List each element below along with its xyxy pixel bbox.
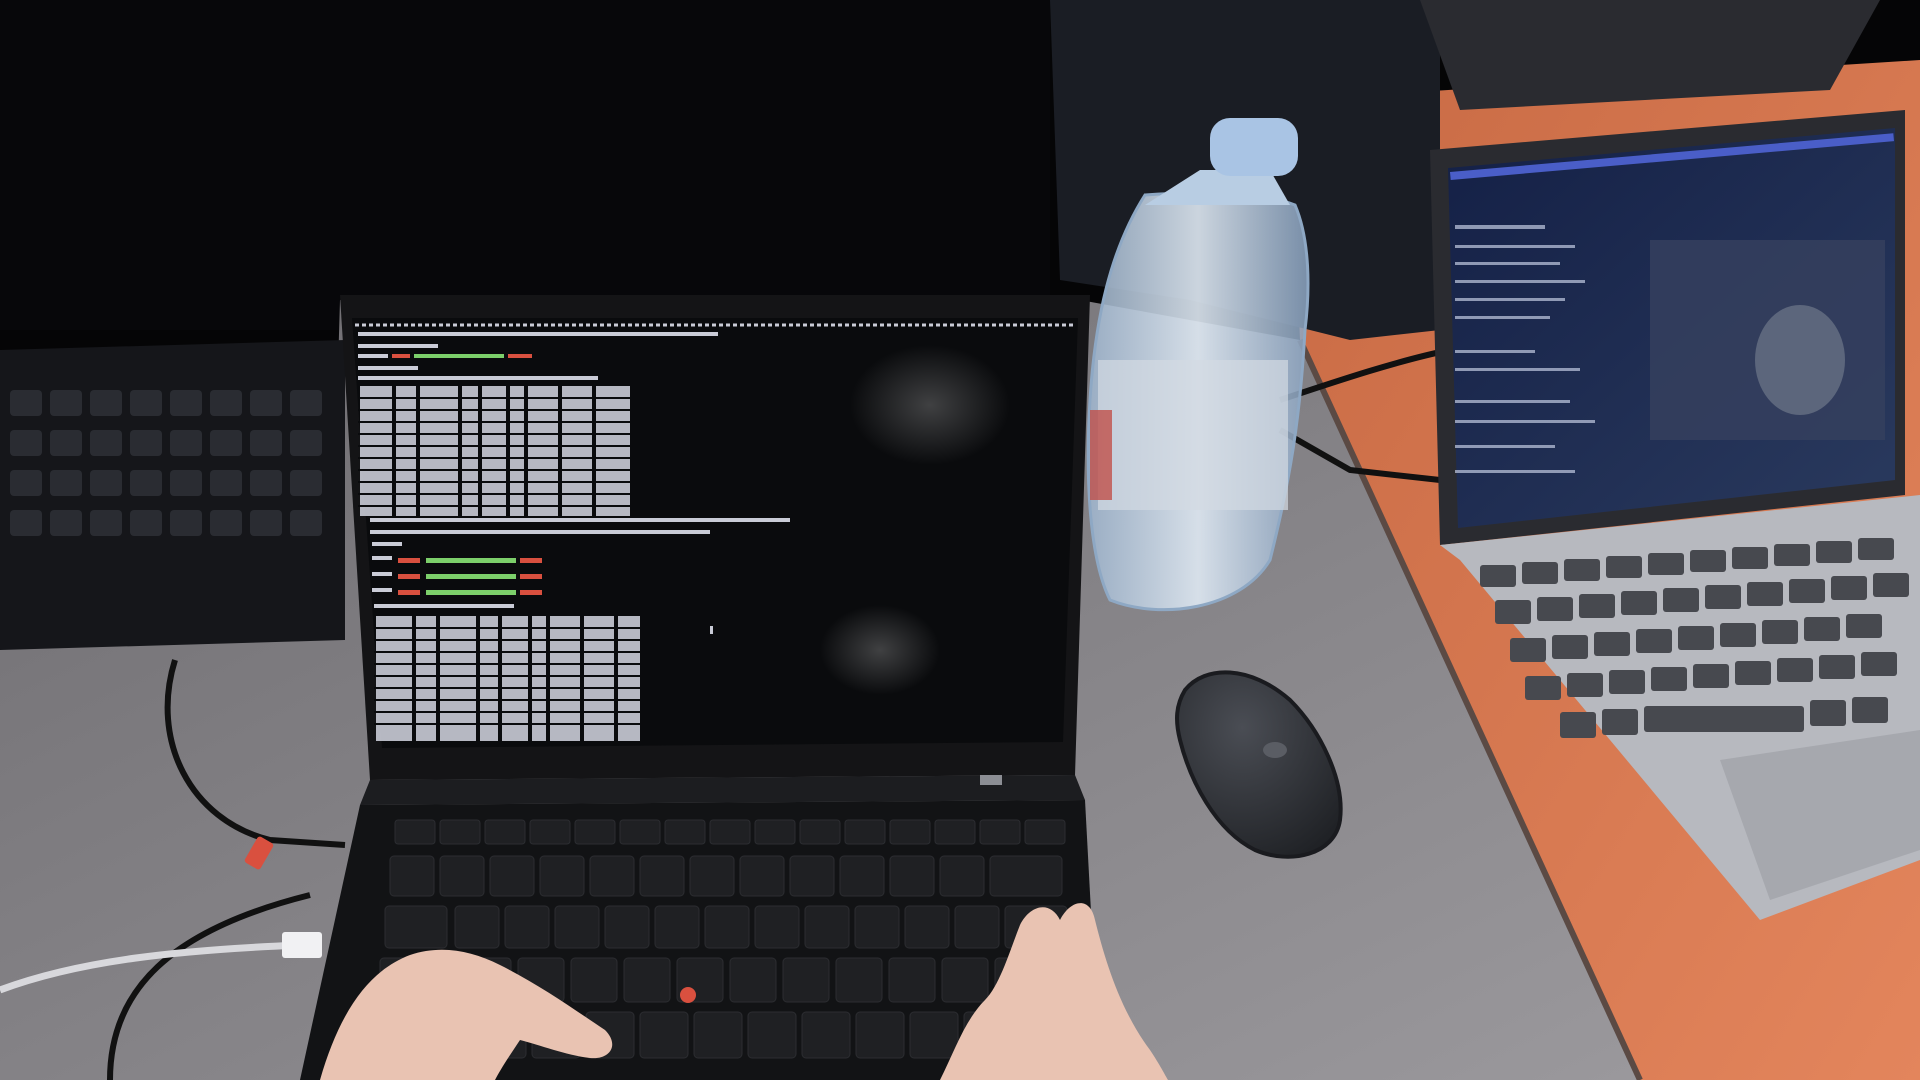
mouse-logo [1263,742,1287,758]
thinkpad-hinge [360,775,1085,805]
terminal-table-1 [360,386,630,516]
usb-plug-white [282,932,322,958]
bottle-cap [1210,118,1298,176]
photo-scene [0,0,1920,1080]
screen-glare [850,345,1010,465]
macbook-image-blob [1755,305,1845,415]
bottle-label [1098,360,1288,510]
hinge-light [980,775,1002,785]
screen-glare-2 [820,605,940,695]
trackpoint-icon[interactable] [680,987,696,1003]
photo-canvas [0,0,1920,1080]
bottle-label-red [1090,410,1112,500]
monitor-back [0,0,1050,330]
